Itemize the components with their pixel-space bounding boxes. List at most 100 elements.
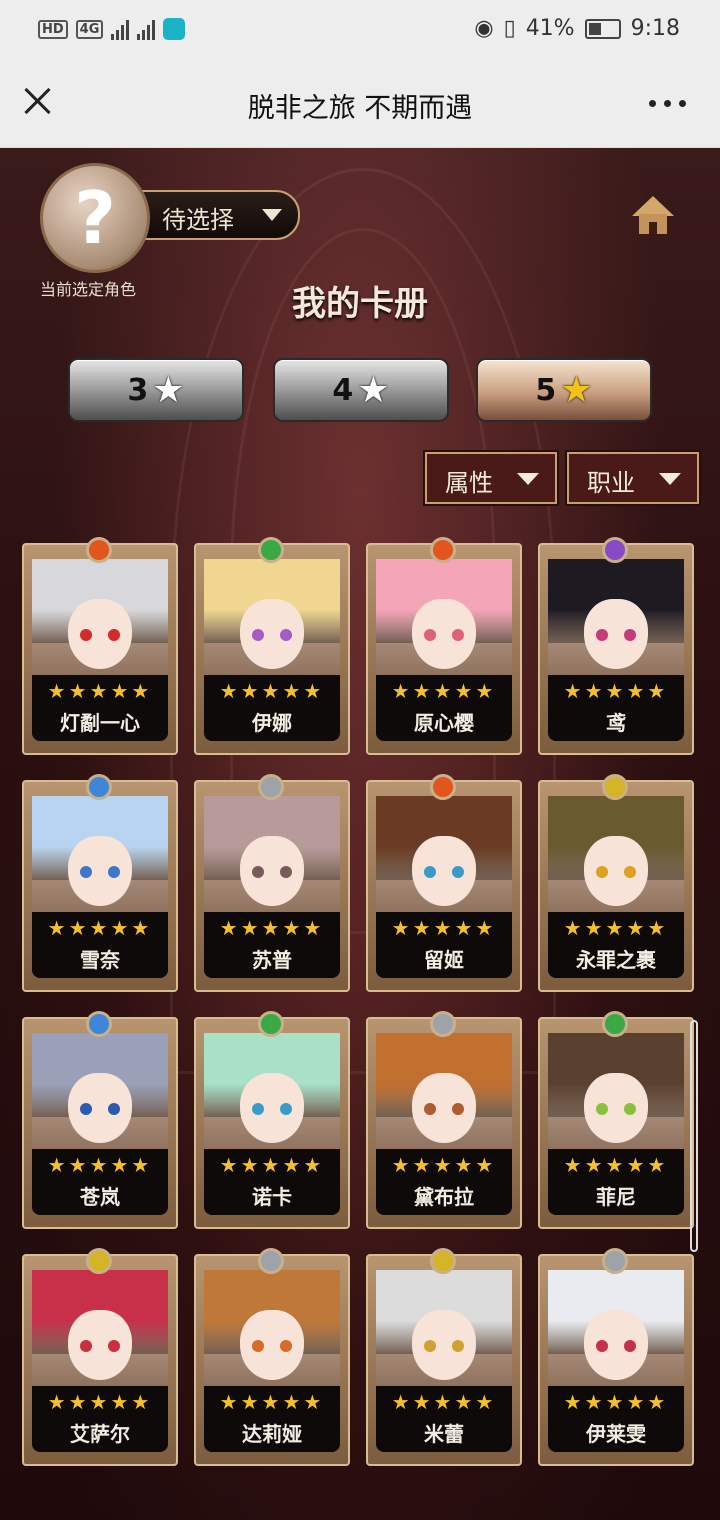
network-indicator: 4G (75, 19, 104, 39)
portrait-eye (452, 629, 464, 641)
star-rating: ★★★★★ (563, 1153, 669, 1177)
home-icon[interactable] (632, 196, 674, 236)
character-name: 达莉娅 (242, 1422, 302, 1446)
character-card[interactable]: ★★★★★ 苍岚 (22, 1011, 178, 1229)
app-notification-icon (163, 18, 186, 40)
portrait-eye (452, 1103, 464, 1115)
portrait-eye (596, 866, 608, 878)
character-card[interactable]: ★★★★★ 雪奈 (22, 774, 178, 992)
portrait-eye (252, 866, 264, 878)
element-gem-icon (258, 774, 284, 800)
star-rating: ★★★★★ (47, 916, 153, 940)
card-label-panel: ★★★★★ 诺卡 (204, 1149, 340, 1215)
character-card[interactable]: ★★★★★ 苏普 (194, 774, 350, 992)
portrait-eye (80, 629, 92, 641)
status-bar: HD 4G ◉ ▯ 41% 9:18 (0, 0, 720, 62)
character-card[interactable]: ★★★★★ 伊娜 (194, 537, 350, 755)
character-portrait (32, 1033, 168, 1159)
card-label-panel: ★★★★★ 永罪之裹 (548, 912, 684, 978)
character-card[interactable]: ★★★★★ 原心樱 (366, 537, 522, 755)
character-card[interactable]: ★★★★★ 诺卡 (194, 1011, 350, 1229)
portrait-eye (108, 629, 120, 641)
character-name: 永罪之裹 (576, 948, 656, 972)
portrait-eye (252, 1340, 264, 1352)
hd-indicator: HD (38, 19, 68, 39)
attribute-filter-dropdown[interactable]: 属性 (425, 452, 557, 504)
character-select-dropdown[interactable]: 待选择 (128, 190, 300, 240)
character-portrait (548, 1033, 684, 1159)
character-portrait (376, 796, 512, 922)
portrait-face (68, 1310, 132, 1380)
star-rating: ★★★★★ (563, 679, 669, 703)
card-label-panel: ★★★★★ 艾萨尔 (32, 1386, 168, 1452)
star-tab-3[interactable]: 3 ★ (68, 358, 244, 422)
character-portrait (204, 796, 340, 922)
signal-icon-2 (137, 18, 156, 40)
star-rating: ★★★★★ (219, 916, 325, 940)
portrait-face (584, 836, 648, 906)
vibrate-icon: ▯ (503, 16, 516, 41)
character-card[interactable]: ★★★★★ 鸢 (538, 537, 694, 755)
character-portrait (204, 1270, 340, 1396)
card-label-panel: ★★★★★ 苏普 (204, 912, 340, 978)
character-name: 黛布拉 (414, 1185, 474, 1209)
element-gem-icon (86, 537, 112, 563)
star-rating: ★★★★★ (391, 916, 497, 940)
element-gem-icon (430, 537, 456, 563)
character-portrait (548, 796, 684, 922)
star-rating: ★★★★★ (391, 1390, 497, 1414)
star-tab-label: 4 (332, 372, 354, 408)
portrait-eye (280, 1103, 292, 1115)
character-name: 鸢 (606, 711, 626, 735)
element-gem-icon (258, 537, 284, 563)
portrait-face (412, 599, 476, 669)
character-card[interactable]: ★★★★★ 伊莱雯 (538, 1248, 694, 1466)
character-portrait (204, 559, 340, 685)
character-name: 伊莱雯 (586, 1422, 646, 1446)
portrait-face (240, 599, 304, 669)
character-portrait (376, 1270, 512, 1396)
character-name: 苏普 (252, 948, 292, 972)
portrait-face (584, 1073, 648, 1143)
scrollbar[interactable] (690, 1020, 698, 1252)
more-icon[interactable] (649, 100, 686, 107)
element-gem-icon (258, 1011, 284, 1037)
portrait-eye (424, 1340, 436, 1352)
character-card[interactable]: ★★★★★ 达莉娅 (194, 1248, 350, 1466)
current-character-avatar[interactable]: ? (40, 163, 150, 273)
element-gem-icon (602, 1248, 628, 1274)
character-name: 诺卡 (252, 1185, 292, 1209)
portrait-eye (108, 1103, 120, 1115)
portrait-face (584, 599, 648, 669)
portrait-eye (80, 1340, 92, 1352)
job-filter-dropdown[interactable]: 职业 (567, 452, 699, 504)
star-rating: ★★★★★ (47, 1153, 153, 1177)
page-title: 我的卡册 (292, 284, 428, 324)
star-rating: ★★★★★ (47, 1390, 153, 1414)
character-card[interactable]: ★★★★★ 永罪之裹 (538, 774, 694, 992)
character-card[interactable]: ★★★★★ 黛布拉 (366, 1011, 522, 1229)
card-label-panel: ★★★★★ 灯劀一心 (32, 675, 168, 741)
character-portrait (376, 1033, 512, 1159)
character-card[interactable]: ★★★★★ 菲尼 (538, 1011, 694, 1229)
character-card[interactable]: ★★★★★ 灯劀一心 (22, 537, 178, 755)
portrait-face (412, 1073, 476, 1143)
element-gem-icon (86, 774, 112, 800)
portrait-eye (452, 866, 464, 878)
character-name: 米蕾 (424, 1422, 464, 1446)
character-card[interactable]: ★★★★★ 艾萨尔 (22, 1248, 178, 1466)
character-card[interactable]: ★★★★★ 留姬 (366, 774, 522, 992)
star-icon: ★ (560, 369, 593, 411)
portrait-eye (424, 866, 436, 878)
star-icon: ★ (357, 369, 390, 411)
star-icon: ★ (152, 369, 185, 411)
portrait-eye (280, 866, 292, 878)
star-tab-5[interactable]: 5 ★ (476, 358, 652, 422)
character-name: 原心樱 (414, 711, 474, 735)
star-tab-4[interactable]: 4 ★ (273, 358, 449, 422)
card-label-panel: ★★★★★ 原心樱 (376, 675, 512, 741)
signal-icon (111, 18, 130, 40)
character-card[interactable]: ★★★★★ 米蕾 (366, 1248, 522, 1466)
portrait-eye (252, 629, 264, 641)
character-name: 灯劀一心 (60, 711, 140, 735)
